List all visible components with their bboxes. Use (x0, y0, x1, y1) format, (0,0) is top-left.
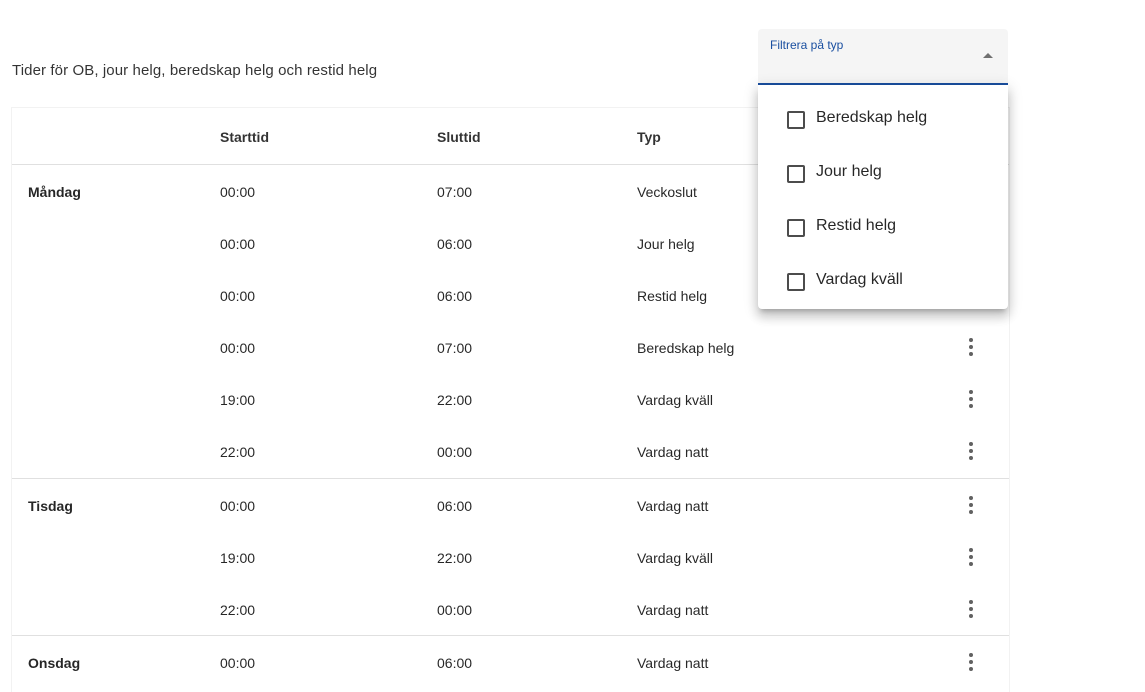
end-time: 06:00 (437, 655, 473, 671)
filter-dropdown-panel: Beredskap helg Jour helg Restid helg Var… (758, 85, 1008, 309)
start-time: 00:00 (220, 498, 256, 514)
column-header-end[interactable]: Sluttid (437, 129, 481, 145)
start-time: 00:00 (220, 236, 256, 252)
time-type: Veckoslut (637, 184, 697, 200)
arrow-drop-up-icon (983, 53, 993, 58)
option-label: Beredskap helg (816, 109, 928, 126)
row-menu-button[interactable] (956, 542, 986, 572)
more-vert-icon (969, 442, 973, 460)
filter-option-beredskap-helg[interactable]: Beredskap helg (758, 93, 1008, 147)
start-time: 00:00 (220, 288, 256, 304)
time-type: Beredskap helg (637, 340, 735, 356)
end-time: 22:00 (437, 392, 473, 408)
more-vert-icon (969, 390, 973, 408)
column-header-type[interactable]: Typ (637, 129, 661, 145)
time-type: Vardag natt (637, 655, 709, 671)
more-vert-icon (969, 600, 973, 618)
filter-label: Filtrera på typ (770, 38, 844, 52)
time-type: Vardag kväll (637, 550, 714, 566)
start-time: 22:00 (220, 602, 256, 618)
option-label: Vardag kväll (816, 271, 903, 288)
time-type: Vardag natt (637, 498, 709, 514)
option-label: Restid helg (816, 217, 897, 234)
end-time: 00:00 (437, 444, 473, 460)
time-type: Vardag natt (637, 444, 709, 460)
checkbox-unchecked-icon[interactable] (787, 273, 805, 291)
row-menu-button[interactable] (956, 384, 986, 414)
row-menu-button[interactable] (956, 436, 986, 466)
more-vert-icon (969, 653, 973, 671)
end-time: 06:00 (437, 288, 473, 304)
table-row: 00:00 06:00 Vardag natt (12, 636, 1009, 688)
more-vert-icon (969, 548, 973, 566)
table-row: 22:00 00:00 Vardag natt (12, 425, 1009, 477)
end-time: 06:00 (437, 236, 473, 252)
start-time: 00:00 (220, 655, 256, 671)
time-type: Jour helg (637, 236, 695, 252)
table-row: 00:00 07:00 Beredskap helg (12, 321, 1009, 373)
end-time: 07:00 (437, 340, 473, 356)
table-row: 00:00 06:00 Vardag natt (12, 479, 1009, 531)
row-menu-button[interactable] (956, 594, 986, 624)
table-row: 19:00 22:00 Vardag kväll (12, 531, 1009, 583)
end-time: 22:00 (437, 550, 473, 566)
row-menu-button[interactable] (956, 490, 986, 520)
filter-option-jour-helg[interactable]: Jour helg (758, 147, 1008, 201)
start-time: 19:00 (220, 392, 256, 408)
end-time: 00:00 (437, 602, 473, 618)
type-filter-select[interactable]: Filtrera på typ (758, 29, 1008, 85)
day-group-tuesday: Tisdag 00:00 06:00 Vardag natt 19:00 22:… (12, 479, 1009, 636)
more-vert-icon (969, 496, 973, 514)
start-time: 22:00 (220, 444, 256, 460)
checkbox-unchecked-icon[interactable] (787, 165, 805, 183)
column-header-start[interactable]: Starttid (220, 129, 269, 145)
checkbox-unchecked-icon[interactable] (787, 111, 805, 129)
end-time: 07:00 (437, 184, 473, 200)
start-time: 00:00 (220, 184, 256, 200)
time-type: Vardag natt (637, 602, 709, 618)
checkbox-unchecked-icon[interactable] (787, 219, 805, 237)
row-menu-button[interactable] (956, 647, 986, 677)
time-type: Restid helg (637, 288, 708, 304)
more-vert-icon (969, 338, 973, 356)
filter-option-vardag-kvall[interactable]: Vardag kväll (758, 255, 1008, 309)
time-type: Vardag kväll (637, 392, 714, 408)
day-group-wednesday: Onsdag 00:00 06:00 Vardag natt (12, 636, 1009, 692)
row-menu-button[interactable] (956, 332, 986, 362)
start-time: 19:00 (220, 550, 256, 566)
end-time: 06:00 (437, 498, 473, 514)
filter-option-restid-helg[interactable]: Restid helg (758, 201, 1008, 255)
page-title: Tider för OB, jour helg, beredskap helg … (12, 62, 378, 79)
table-row: 22:00 00:00 Vardag natt (12, 583, 1009, 635)
option-label: Jour helg (816, 163, 882, 180)
page: Tider för OB, jour helg, beredskap helg … (0, 0, 1145, 692)
table-row: 19:00 22:00 Vardag kväll (12, 373, 1009, 425)
start-time: 00:00 (220, 340, 256, 356)
